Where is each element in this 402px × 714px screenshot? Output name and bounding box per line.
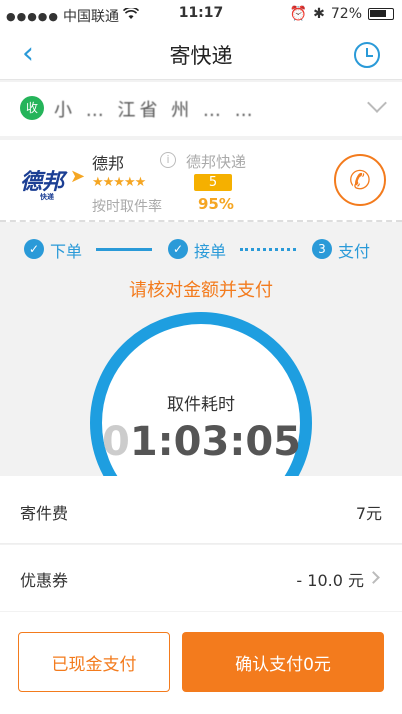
history-clock-icon[interactable] [354, 42, 380, 68]
courier-name: 德邦 [92, 154, 125, 173]
bluetooth-icon: ✱ [313, 6, 325, 22]
alarm-icon: ⏰ [289, 6, 308, 22]
battery-icon [368, 8, 394, 20]
cash-paid-button[interactable]: 已现金支付 [18, 632, 170, 692]
step-3-number: 3 [312, 239, 332, 259]
timer-value: 01:03:05 [102, 419, 301, 465]
logo-sub: 快递 [40, 193, 54, 201]
rating-badge: 5 [194, 174, 232, 191]
order-steps: ✓ 下单 ✓ 接单 3 支付 [0, 228, 402, 270]
receiver-badge: 收 [20, 96, 44, 120]
chevron-right-icon [367, 571, 380, 584]
nav-bar: ‹ 寄快递 [0, 28, 402, 80]
status-right: ⏰ ✱ 72% [290, 6, 394, 22]
chevron-down-icon[interactable] [367, 93, 387, 113]
status-bar: ●●●●● 中国联通 11:17 ⏰ ✱ 72% [0, 0, 402, 28]
step-3-label: 支付 [338, 242, 371, 261]
step-line-2 [240, 248, 296, 251]
fee-value: 7元 [355, 504, 382, 523]
step-line-1 [96, 248, 152, 251]
fee-label: 寄件费 [20, 504, 69, 523]
ontime-rate: 95% [198, 195, 234, 213]
step-1-check-icon: ✓ [24, 239, 44, 259]
shipping-fee-row: 寄件费 7元 [0, 476, 402, 544]
phone-icon: ✆ [349, 166, 371, 196]
step-2-check-icon: ✓ [168, 239, 188, 259]
courier-logo: 德邦 ➤ 快递 [20, 164, 85, 201]
confirm-pay-button[interactable]: 确认支付0元 [182, 632, 384, 692]
rating-stars: ★★★★★ [92, 175, 146, 190]
timer-lead-digit: 0 [102, 419, 130, 465]
coupon-row[interactable]: 优惠券 - 10.0 元 [0, 545, 402, 611]
info-icon[interactable]: i [160, 152, 176, 168]
payment-actions: 已现金支付 确认支付0元 [0, 612, 402, 714]
timer-label: 取件耗时 [167, 395, 235, 415]
page-title: 寄快递 [169, 44, 233, 68]
courier-service: 德邦快递 [186, 153, 247, 171]
coupon-value: - 10.0 元 [296, 571, 364, 590]
receiver-address: 小 … 江省 州 … … [54, 100, 257, 121]
timer-ring: 取件耗时 01:03:05 [90, 312, 312, 476]
courier-card: 德邦 ➤ 快递 德邦 i 德邦快递 ★★★★★ 5 按时取件率 95% ✆ [0, 140, 402, 222]
step-1-label: 下单 [50, 242, 83, 261]
step-2-label: 接单 [194, 242, 227, 261]
ontime-label: 按时取件率 [92, 199, 162, 215]
coupon-label: 优惠券 [20, 571, 69, 590]
logo-arrow-icon: ➤ [70, 166, 86, 187]
pickup-timer: 取件耗时 01:03:05 [0, 300, 402, 476]
timer-digits: 1:03:05 [129, 419, 301, 465]
battery-percent: 72% [330, 6, 362, 22]
call-courier-button[interactable]: ✆ [334, 154, 386, 206]
pay-prompt: 请核对金额并支付 [129, 280, 273, 301]
receiver-address-row[interactable]: 收 小 … 江省 州 … … [0, 82, 402, 136]
